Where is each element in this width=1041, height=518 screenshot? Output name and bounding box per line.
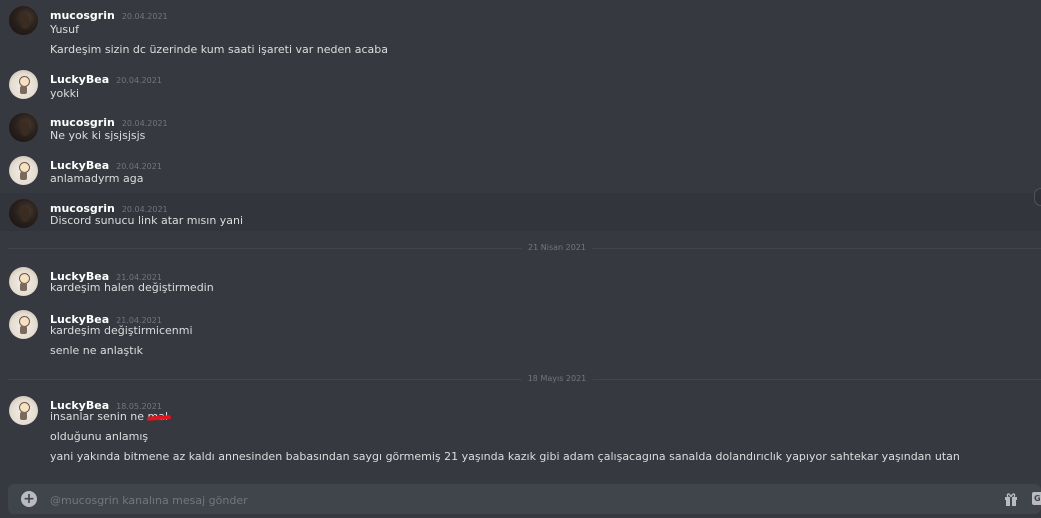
message-group: mucosgrin 20.04.2021 Ne yok ki sjsjsjsjs [0, 107, 1041, 149]
plus-circle-icon[interactable]: + [21, 491, 37, 507]
gift-icon[interactable] [1003, 491, 1019, 507]
avatar[interactable] [9, 267, 38, 296]
message-group: LuckyBea 21.04.2021 kardeşim değiştirmice… [0, 304, 1041, 368]
username[interactable]: LuckyBea [50, 73, 109, 86]
date-divider-label: 18 Mayıs 2021 [521, 373, 593, 385]
message-text: anlamadyrm aga [50, 172, 144, 185]
message-group: LuckyBea 18.05.2021 insanlar senin ne mal… [0, 390, 1041, 476]
message-text: yani yakında bitmene az kaldı annesinden… [50, 450, 960, 463]
jump-scroll-handle[interactable] [1034, 188, 1041, 206]
message-text: yokki [50, 87, 80, 100]
avatar[interactable] [9, 6, 38, 35]
message-composer: + G [8, 484, 1041, 514]
timestamp: 20.04.2021 [121, 119, 168, 128]
message-group: mucosgrin 20.04.2021 Yusuf Kardeşim sizin… [0, 0, 1041, 66]
timestamp: 20.04.2021 [116, 162, 162, 171]
avatar[interactable] [9, 113, 38, 142]
username[interactable]: mucosgrin [50, 9, 115, 22]
message-text: Kardeşim sizin dc üzerinde kum saati işa… [50, 43, 388, 56]
message-text: senle ne anlaştık [50, 344, 144, 357]
timestamp: 20.04.2021 [121, 12, 168, 21]
avatar[interactable] [9, 396, 38, 425]
date-divider-label: 21 Nisan 2021 [522, 242, 592, 254]
timestamp: 20.04.2021 [116, 76, 162, 85]
redacted-word: mal [147, 410, 169, 423]
message-text: olduğunu anlamış [50, 430, 149, 443]
avatar[interactable] [9, 199, 38, 228]
message-group-hovered: mucosgrin 20.04.2021 Discord sunucu link … [0, 193, 1041, 231]
message-text: kardeşim halen değiştirmedin [50, 281, 214, 294]
message-text: Discord sunucu link atar mısın yani [50, 214, 244, 227]
avatar[interactable] [9, 70, 38, 99]
message-text: insanlar senin ne mal [50, 409, 168, 425]
message-text: Ne yok ki sjsjsjsjs [50, 129, 146, 142]
gif-icon[interactable]: G [1032, 492, 1041, 505]
message-header: mucosgrin 20.04.2021 [50, 5, 168, 23]
message-header: LuckyBea 20.04.2021 [50, 69, 162, 87]
message-group: LuckyBea 20.04.2021 anlamadyrm aga [0, 150, 1041, 192]
message-group: LuckyBea 20.04.2021 yokki [0, 64, 1041, 106]
message-text: kardeşim değiştirmicenmi [50, 324, 193, 337]
message-input[interactable] [48, 489, 952, 511]
message-group: LuckyBea 21.04.2021 kardeşim halen değişt… [0, 261, 1041, 303]
avatar[interactable] [9, 310, 38, 339]
avatar[interactable] [9, 156, 38, 185]
message-text: Yusuf [50, 23, 80, 36]
message-text-part: insanlar senin ne [50, 410, 148, 423]
